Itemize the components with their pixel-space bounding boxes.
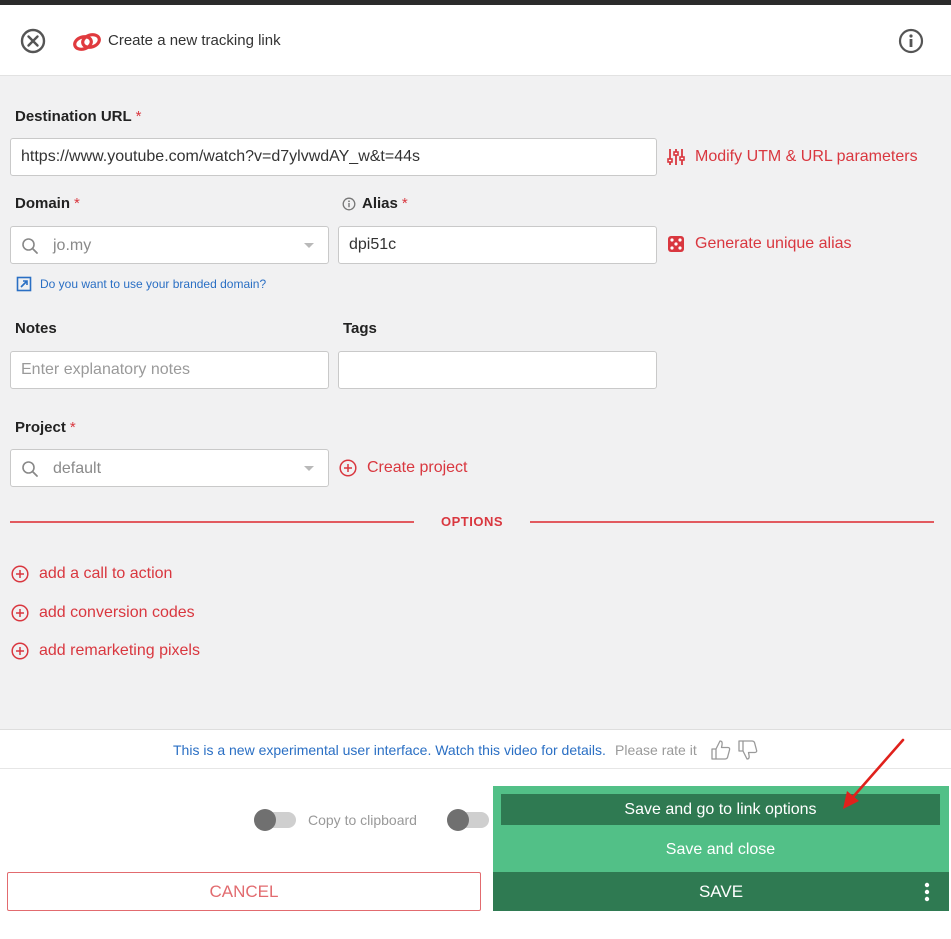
annotation-arrow-icon — [843, 738, 905, 809]
branded-domain-link[interactable]: Do you want to use your branded domain? — [16, 276, 266, 292]
domain-label-text: Domain — [15, 195, 71, 212]
add-call-to-action-text: add a call to action — [39, 565, 173, 582]
project-label-text: Project — [15, 419, 66, 436]
destination-url-input[interactable] — [10, 138, 657, 176]
add-remarketing-pixels-text: add remarketing pixels — [39, 642, 200, 659]
plus-circle-icon — [11, 565, 29, 583]
experimental-ui-notice: This is a new experimental user interfac… — [0, 729, 951, 769]
toggle-knob — [254, 809, 276, 831]
project-select[interactable]: default — [10, 449, 329, 487]
info-small-icon[interactable] — [342, 197, 356, 211]
branded-domain-link-text: Do you want to use your branded domain? — [40, 277, 267, 291]
notes-input[interactable] — [10, 351, 329, 389]
tags-label: Tags — [343, 320, 377, 337]
generate-alias-link-text: Generate unique alias — [695, 235, 852, 252]
cancel-button[interactable]: CANCEL — [7, 872, 481, 911]
sliders-icon — [667, 149, 685, 165]
save-button[interactable]: SAVE — [493, 872, 949, 911]
generate-alias-link[interactable]: Generate unique alias — [667, 235, 852, 253]
toggle-knob — [447, 809, 469, 831]
modify-utm-link-text: Modify UTM & URL parameters — [695, 148, 918, 165]
project-label: Project * — [15, 419, 76, 436]
chevron-down-icon — [304, 466, 314, 471]
options-divider-left — [10, 521, 414, 523]
modify-utm-link[interactable]: Modify UTM & URL parameters — [667, 148, 918, 166]
project-select-value: default — [53, 460, 102, 477]
required-mark: * — [135, 108, 142, 125]
copy-clipboard-toggle[interactable] — [254, 809, 296, 831]
notice-video-link[interactable]: This is a new experimental user interfac… — [173, 742, 606, 758]
add-remarketing-pixels-link[interactable]: add remarketing pixels — [11, 642, 200, 660]
destination-url-label: Destination URL * — [15, 108, 142, 125]
domain-label: Domain * — [15, 195, 80, 212]
chevron-down-icon — [304, 243, 314, 248]
domain-select[interactable]: jo.my — [10, 226, 329, 264]
required-mark: * — [69, 419, 76, 436]
save-and-close-item[interactable]: Save and close — [501, 834, 940, 865]
plus-circle-icon — [11, 642, 29, 660]
tags-input[interactable] — [338, 351, 657, 389]
alias-label-text: Alias — [362, 195, 398, 212]
link-logo-icon — [73, 33, 101, 51]
add-conversion-codes-link[interactable]: add conversion codes — [11, 604, 195, 622]
plus-circle-icon — [339, 459, 357, 477]
search-icon — [22, 238, 38, 254]
required-mark: * — [401, 195, 408, 212]
copy-clipboard-label: Copy to clipboard — [308, 812, 417, 828]
external-link-icon — [16, 276, 32, 292]
create-project-link-text: Create project — [367, 459, 468, 476]
dialog-header: Create a new tracking link — [0, 5, 951, 76]
dialog-title: Create a new tracking link — [108, 32, 281, 49]
options-title: OPTIONS — [441, 514, 504, 529]
plus-circle-icon — [11, 604, 29, 622]
alias-label: Alias * — [342, 195, 408, 212]
dice-icon — [668, 236, 684, 252]
secondary-toggle[interactable] — [447, 809, 489, 831]
destination-url-label-text: Destination URL — [15, 108, 132, 125]
more-vertical-icon[interactable] — [919, 880, 935, 904]
search-icon — [22, 461, 38, 477]
close-icon[interactable] — [20, 28, 46, 54]
required-mark: * — [74, 195, 80, 212]
rate-it-text: Please rate it — [615, 742, 697, 758]
domain-select-value: jo.my — [53, 237, 92, 254]
create-project-link[interactable]: Create project — [339, 459, 468, 477]
thumbs-up-icon[interactable] — [710, 739, 732, 761]
options-divider-right — [530, 521, 934, 523]
add-conversion-codes-text: add conversion codes — [39, 604, 195, 621]
notes-label: Notes — [15, 320, 57, 337]
info-icon[interactable] — [898, 28, 924, 54]
add-call-to-action-link[interactable]: add a call to action — [11, 565, 172, 583]
thumbs-down-icon[interactable] — [737, 739, 759, 761]
alias-input[interactable] — [338, 226, 657, 264]
